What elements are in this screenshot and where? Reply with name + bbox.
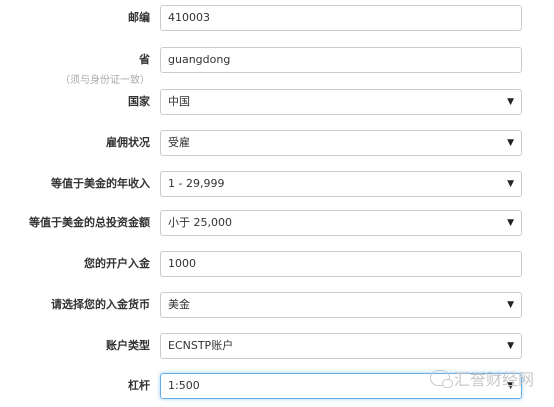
chevron-down-icon: ▼ (507, 97, 514, 107)
employment-value: 受雇 (168, 136, 190, 149)
chevron-down-icon: ▼ (507, 179, 514, 189)
annual-income-value: 1 - 29,999 (168, 177, 225, 190)
initial-deposit-input[interactable]: 1000 (160, 251, 522, 277)
deposit-currency-select[interactable]: 美金 ▼ (160, 292, 522, 318)
province-input[interactable]: guangdong (160, 47, 522, 73)
annual-income-label: 等值于美金的年收入 (51, 177, 150, 190)
annual-income-select[interactable]: 1 - 29,999 ▼ (160, 171, 522, 197)
initial-deposit-label: 您的开户入金 (84, 257, 150, 270)
country-value: 中国 (168, 95, 190, 108)
total-assets-select[interactable]: 小于 25,000 ▼ (160, 210, 522, 236)
watermark: 汇誉财经网 (429, 366, 534, 390)
employment-select[interactable]: 受雇 ▼ (160, 130, 522, 156)
wechat-icon (429, 370, 453, 388)
employment-label: 雇佣状况 (106, 136, 150, 149)
account-type-select[interactable]: ECNSTP账户 ▼ (160, 333, 522, 359)
chevron-down-icon: ▼ (507, 341, 514, 351)
leverage-label: 杠杆 (128, 379, 150, 392)
country-select[interactable]: 中国 ▼ (160, 89, 522, 115)
chevron-down-icon: ▼ (507, 300, 514, 310)
chevron-down-icon: ▼ (507, 138, 514, 148)
leverage-value: 1:500 (168, 379, 200, 392)
account-type-value: ECNSTP账户 (168, 339, 234, 352)
postcode-input[interactable]: 410003 (160, 5, 522, 31)
total-assets-label: 等值于美金的总投资金额 (29, 216, 150, 229)
deposit-currency-label: 请选择您的入金货币 (51, 298, 150, 311)
total-assets-value: 小于 25,000 (168, 216, 232, 229)
chevron-down-icon: ▼ (507, 218, 514, 228)
province-label: 省 (139, 53, 150, 66)
province-note: （须与身份证一致） (60, 75, 150, 86)
deposit-currency-value: 美金 (168, 298, 190, 311)
account-type-label: 账户类型 (106, 339, 150, 352)
postcode-label: 邮编 (128, 11, 150, 24)
country-label: 国家 (128, 95, 150, 108)
watermark-text: 汇誉财经网 (453, 370, 534, 389)
